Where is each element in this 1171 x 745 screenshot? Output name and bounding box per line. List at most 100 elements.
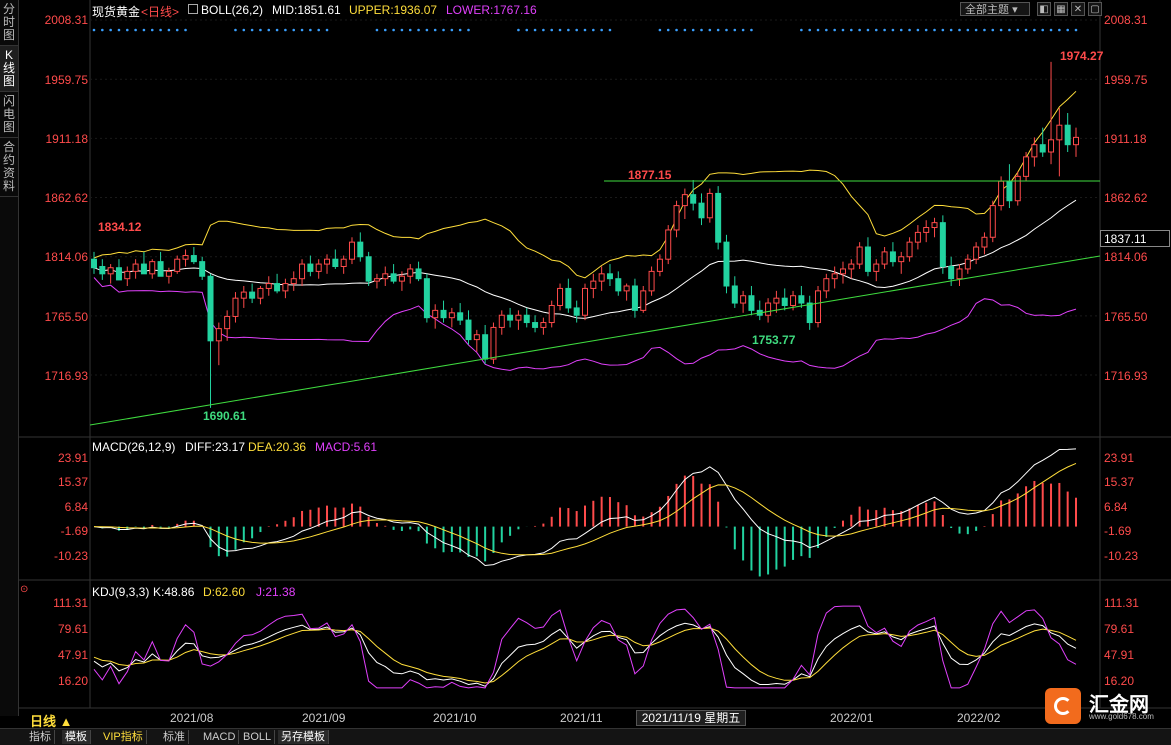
signal-dot	[375, 28, 379, 32]
boll-lower: LOWER:1767.16	[446, 3, 537, 17]
rail-tab-flash[interactable]: 闪电图	[0, 92, 18, 138]
period-label: <日线>	[141, 5, 180, 19]
close-icon[interactable]: ✕	[1071, 2, 1085, 16]
tab-indicators[interactable]: 指标	[26, 730, 55, 744]
candle-body	[348, 241, 355, 260]
candle-body	[523, 314, 530, 324]
tab-vip-indicators[interactable]: VIP指标	[100, 730, 147, 744]
candle-body	[848, 263, 855, 270]
candlestick-series	[91, 61, 1079, 408]
candle-body	[115, 267, 122, 281]
kdj-tick-left: 111.31	[53, 596, 88, 610]
signal-dot	[1033, 28, 1036, 32]
signal-dot	[1016, 28, 1020, 32]
tab-boll[interactable]: BOLL	[240, 730, 276, 744]
candle-body	[324, 258, 331, 265]
candle-body	[249, 291, 256, 299]
candle-body	[340, 258, 347, 268]
price-tick: 1814.06	[1104, 250, 1148, 264]
signal-dot	[1066, 28, 1069, 32]
candle-body	[706, 192, 713, 219]
rail-tab-contract[interactable]: 合约资料	[0, 138, 18, 197]
kdj-d: D:62.60	[203, 585, 246, 599]
signal-dot	[267, 28, 271, 32]
settings-icon[interactable]: ⊙	[20, 584, 28, 595]
grid-icon[interactable]: ▦	[1054, 2, 1068, 16]
candle-body	[557, 287, 564, 306]
macd-dea: DEA:20.36	[248, 440, 307, 454]
macd-tick: -10.23	[1104, 549, 1139, 563]
signal-dot	[150, 28, 154, 32]
candle-body	[981, 236, 988, 248]
rail-tab-kline[interactable]: K线图	[0, 46, 18, 92]
date-tick: 2022/02	[957, 711, 1001, 725]
candle-body	[532, 322, 539, 328]
price-tick-left: 1765.50	[44, 310, 88, 324]
candle-body	[998, 180, 1005, 207]
candle-body	[190, 255, 197, 263]
maximize-icon[interactable]: ▢	[1088, 2, 1102, 16]
candle-body	[823, 278, 830, 292]
candle-body	[290, 278, 297, 285]
candle-body	[407, 268, 414, 277]
signal-dot	[833, 28, 836, 32]
candle-body	[1048, 139, 1055, 153]
macd-tick: 15.37	[1104, 475, 1135, 489]
chart-canvas[interactable]	[0, 0, 1171, 728]
candle-body	[423, 278, 430, 319]
nov-high-annotation: 1877.15	[628, 168, 672, 182]
candle-body	[582, 287, 588, 316]
candle-body	[790, 295, 797, 306]
candle-body	[432, 309, 439, 319]
boll-checkbox-icon[interactable]	[188, 4, 198, 14]
signal-dot	[284, 28, 287, 32]
price-tick: 1765.50	[1104, 310, 1148, 324]
signal-dot	[159, 28, 162, 32]
candle-body	[482, 334, 489, 360]
layout-icon[interactable]: ◧	[1037, 2, 1051, 16]
tab-standard[interactable]: 标准	[160, 730, 189, 744]
macd-tick-left: -10.23	[53, 549, 88, 563]
tab-templates[interactable]: 模板	[62, 730, 91, 744]
candle-body	[1073, 136, 1079, 146]
candle-body	[690, 194, 697, 204]
candle-body	[299, 263, 306, 280]
rail-tab-timeshare[interactable]: 分时图	[0, 0, 18, 46]
theme-select[interactable]: 全部主题 ▾	[960, 2, 1030, 16]
signal-dot	[92, 28, 96, 32]
candle-body	[681, 194, 688, 207]
signal-dot	[1074, 28, 1078, 32]
kdj-d-line	[93, 627, 1077, 684]
crosshair-date: 2021/11/19 星期五	[636, 710, 746, 726]
signal-dot	[117, 28, 121, 32]
signal-dot	[125, 28, 129, 32]
candle-body	[731, 285, 738, 304]
signal-dot	[109, 28, 112, 32]
price-tick: 1716.93	[1104, 369, 1148, 383]
signal-dot	[325, 28, 329, 32]
price-tick-left: 1716.93	[44, 369, 88, 383]
tab-macd[interactable]: MACD	[200, 730, 240, 744]
signal-dot	[916, 28, 920, 32]
tab-save-template[interactable]: 另存模板	[278, 730, 329, 744]
date-tick: 2021/11	[560, 711, 603, 725]
candle-body	[398, 275, 405, 282]
candle-body	[864, 246, 871, 272]
kdj-k-line	[93, 622, 1077, 687]
candle-body	[382, 273, 389, 280]
signal-dot	[550, 28, 554, 32]
bottom-toolbar: 指标 模板 VIP指标 标准 MACD BOLL 另存模板	[0, 728, 1171, 745]
signal-dot	[292, 28, 296, 32]
candle-body	[773, 297, 780, 304]
candle-body	[831, 273, 838, 280]
signal-dot	[184, 28, 187, 32]
candle-body	[989, 205, 996, 238]
signal-dot	[850, 28, 853, 32]
candle-body	[1031, 144, 1038, 158]
signal-dot	[275, 28, 279, 32]
candle-body	[207, 275, 214, 342]
candle-body	[357, 241, 364, 258]
candle-body	[889, 251, 896, 263]
candle-body	[307, 263, 314, 272]
candle-body	[939, 222, 946, 268]
